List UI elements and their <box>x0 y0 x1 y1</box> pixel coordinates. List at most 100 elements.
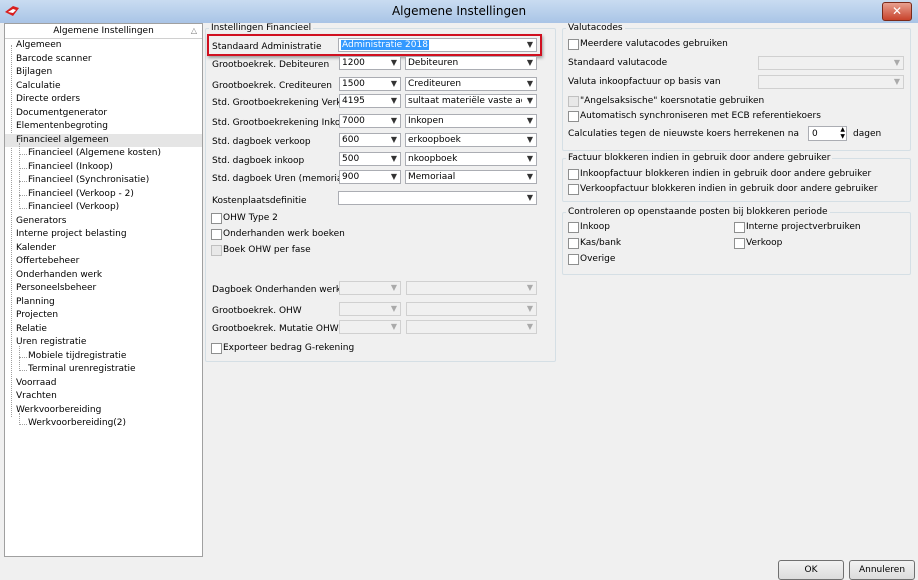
fin-row-name-select[interactable]: Inkopen ▼ <box>405 114 537 128</box>
fin-row-code-select[interactable]: 500 ▼ <box>339 152 401 166</box>
tree-subitem[interactable]: Financieel (Algemene kosten) <box>5 147 202 161</box>
gb-mutatie-code-select[interactable]: ▼ <box>339 320 401 334</box>
ecb-checkbox[interactable] <box>568 111 579 122</box>
tree-item[interactable]: Vrachten <box>5 390 202 404</box>
tree-item[interactable]: Werkvoorbereiding <box>5 404 202 418</box>
fin-row-label: Grootboekrek. Crediteuren <box>212 81 333 91</box>
tree-item[interactable]: Interne project belasting <box>5 228 202 242</box>
fin-row-code-value: 500 <box>342 154 360 164</box>
valuta-inkoop-select[interactable]: ▼ <box>758 75 904 89</box>
gb-mutatie-name-select[interactable]: ▼ <box>406 320 537 334</box>
chevron-down-icon: ▼ <box>526 116 533 125</box>
tree-subitem[interactable]: Financieel (Verkoop - 2) <box>5 188 202 202</box>
tree-header[interactable]: Algemene Instellingen △ <box>5 24 202 39</box>
tree-subitem[interactable]: Financieel (Inkoop) <box>5 161 202 175</box>
tree-subconnector <box>19 143 21 209</box>
factuur-blok-group <box>562 158 911 202</box>
tree-subconnector <box>19 345 21 371</box>
fin-row-code-select[interactable]: 7000 ▼ <box>339 114 401 128</box>
fin-row-label: Std. Grootboekrekening Inkoop <box>212 118 352 128</box>
tree-item[interactable]: Calculatie <box>5 80 202 94</box>
spin-down-icon[interactable]: ▼ <box>840 134 845 140</box>
tree-item[interactable]: Personeelsbeheer <box>5 282 202 296</box>
exporteer-g-label: Exporteer bedrag G-rekening <box>223 343 355 353</box>
gb-ohw-name-select[interactable]: ▼ <box>406 302 537 316</box>
tree-item[interactable]: Planning <box>5 296 202 310</box>
exporteer-g-checkbox[interactable] <box>211 343 222 354</box>
fin-row-name-value: nkoopboek <box>408 154 458 164</box>
fin-row-code-select[interactable]: 600 ▼ <box>339 133 401 147</box>
ecb-label: Automatisch synchroniseren met ECB refer… <box>580 111 821 121</box>
angelsaksisch-checkbox[interactable] <box>568 96 579 107</box>
tree-item[interactable]: Algemeen <box>5 39 202 53</box>
tree-item[interactable]: Onderhanden werk <box>5 269 202 283</box>
cancel-button[interactable]: Annuleren <box>849 560 915 580</box>
onderhanden-boeken-checkbox[interactable] <box>211 229 222 240</box>
dagboek-ohw-name-select[interactable]: ▼ <box>406 281 537 295</box>
op-kasbank-checkbox[interactable] <box>568 238 579 249</box>
chevron-down-icon: ▼ <box>390 283 397 292</box>
tree-item[interactable]: Kalender <box>5 242 202 256</box>
chevron-down-icon: ▼ <box>526 154 533 163</box>
chevron-down-icon: ▼ <box>893 77 900 86</box>
chevron-down-icon: ▼ <box>526 135 533 144</box>
gb-ohw-code-select[interactable]: ▼ <box>339 302 401 316</box>
tree-subitem[interactable]: Financieel (Synchronisatie) <box>5 174 202 188</box>
valuta-group-label: Valutacodes <box>566 23 625 33</box>
fin-row-name-select[interactable]: sultaat materiële vaste activa ▼ <box>405 94 537 108</box>
fin-row-name-select[interactable]: Memoriaal ▼ <box>405 170 537 184</box>
op-interne-checkbox[interactable] <box>734 222 745 233</box>
tree-item[interactable]: Generators <box>5 215 202 229</box>
op-inkoop-checkbox[interactable] <box>568 222 579 233</box>
verkoopfactuur-blok-checkbox[interactable] <box>568 184 579 195</box>
fin-row-name-select[interactable]: erkoopboek ▼ <box>405 133 537 147</box>
tree-item[interactable]: Voorraad <box>5 377 202 391</box>
fin-row-label: Std. dagboek Uren (memoriaal) <box>212 174 354 184</box>
tree-item[interactable]: Elementenbegroting <box>5 120 202 134</box>
tree-item[interactable]: Relatie <box>5 323 202 337</box>
tree-item[interactable]: Barcode scanner <box>5 53 202 67</box>
boek-ohw-fase-checkbox[interactable] <box>211 245 222 256</box>
inkoopfactuur-blok-checkbox[interactable] <box>568 169 579 180</box>
fin-row-name-value: Debiteuren <box>408 58 459 68</box>
kostenplaats-select[interactable]: ▼ <box>338 191 537 205</box>
tree-item[interactable]: Offertebeheer <box>5 255 202 269</box>
tree-item[interactable]: Projecten <box>5 309 202 323</box>
fin-row-code-select[interactable]: 1500 ▼ <box>339 77 401 91</box>
fin-row-name-select[interactable]: nkoopboek ▼ <box>405 152 537 166</box>
tree-item[interactable]: Bijlagen <box>5 66 202 80</box>
chevron-down-icon: ▼ <box>526 96 533 105</box>
close-icon[interactable]: ✕ <box>882 2 912 21</box>
op-verkoop-label: Verkoop <box>746 238 783 248</box>
ok-button[interactable]: OK <box>778 560 844 580</box>
tree-subitem[interactable]: Werkvoorbereiding(2) <box>5 417 202 431</box>
op-kasbank-label: Kas/bank <box>580 238 622 248</box>
fin-row-name-select[interactable]: Crediteuren ▼ <box>405 77 537 91</box>
herrekenen-spinner[interactable]: 0 ▲ ▼ <box>808 126 847 141</box>
fin-row-name-select[interactable]: Debiteuren ▼ <box>405 56 537 70</box>
dagboek-ohw-label: Dagboek Onderhanden werk <box>212 285 342 295</box>
standaard-valuta-select[interactable]: ▼ <box>758 56 904 70</box>
tree-item[interactable]: Financieel algemeen <box>5 133 202 147</box>
tree-subitem[interactable]: Terminal urenregistratie <box>5 363 202 377</box>
chevron-down-icon: ▼ <box>390 96 397 105</box>
tree-item[interactable]: Uren registratie <box>5 336 202 350</box>
ohw-type2-checkbox[interactable] <box>211 213 222 224</box>
meerdere-valuta-checkbox[interactable] <box>568 39 579 50</box>
tree-subitem[interactable]: Financieel (Verkoop) <box>5 201 202 215</box>
tree-item[interactable]: Documentgenerator <box>5 107 202 121</box>
fin-row-code-value: 1500 <box>342 79 365 89</box>
op-overige-checkbox[interactable] <box>568 254 579 265</box>
dagboek-ohw-code-select[interactable]: ▼ <box>339 281 401 295</box>
chevron-down-icon: ▼ <box>390 154 397 163</box>
chevron-down-icon: ▼ <box>893 58 900 67</box>
gb-mutatie-ohw-label: Grootboekrek. Mutatie OHW <box>212 324 339 334</box>
fin-row-code-select[interactable]: 1200 ▼ <box>339 56 401 70</box>
chevron-down-icon: ▼ <box>390 304 397 313</box>
tree-item[interactable]: Directe orders <box>5 93 202 107</box>
fin-row-code-select[interactable]: 4195 ▼ <box>339 94 401 108</box>
financieel-group-label: Instellingen Financieel <box>209 23 314 33</box>
op-verkoop-checkbox[interactable] <box>734 238 745 249</box>
tree-subitem[interactable]: Mobiele tijdregistratie <box>5 350 202 364</box>
fin-row-code-select[interactable]: 900 ▼ <box>339 170 401 184</box>
